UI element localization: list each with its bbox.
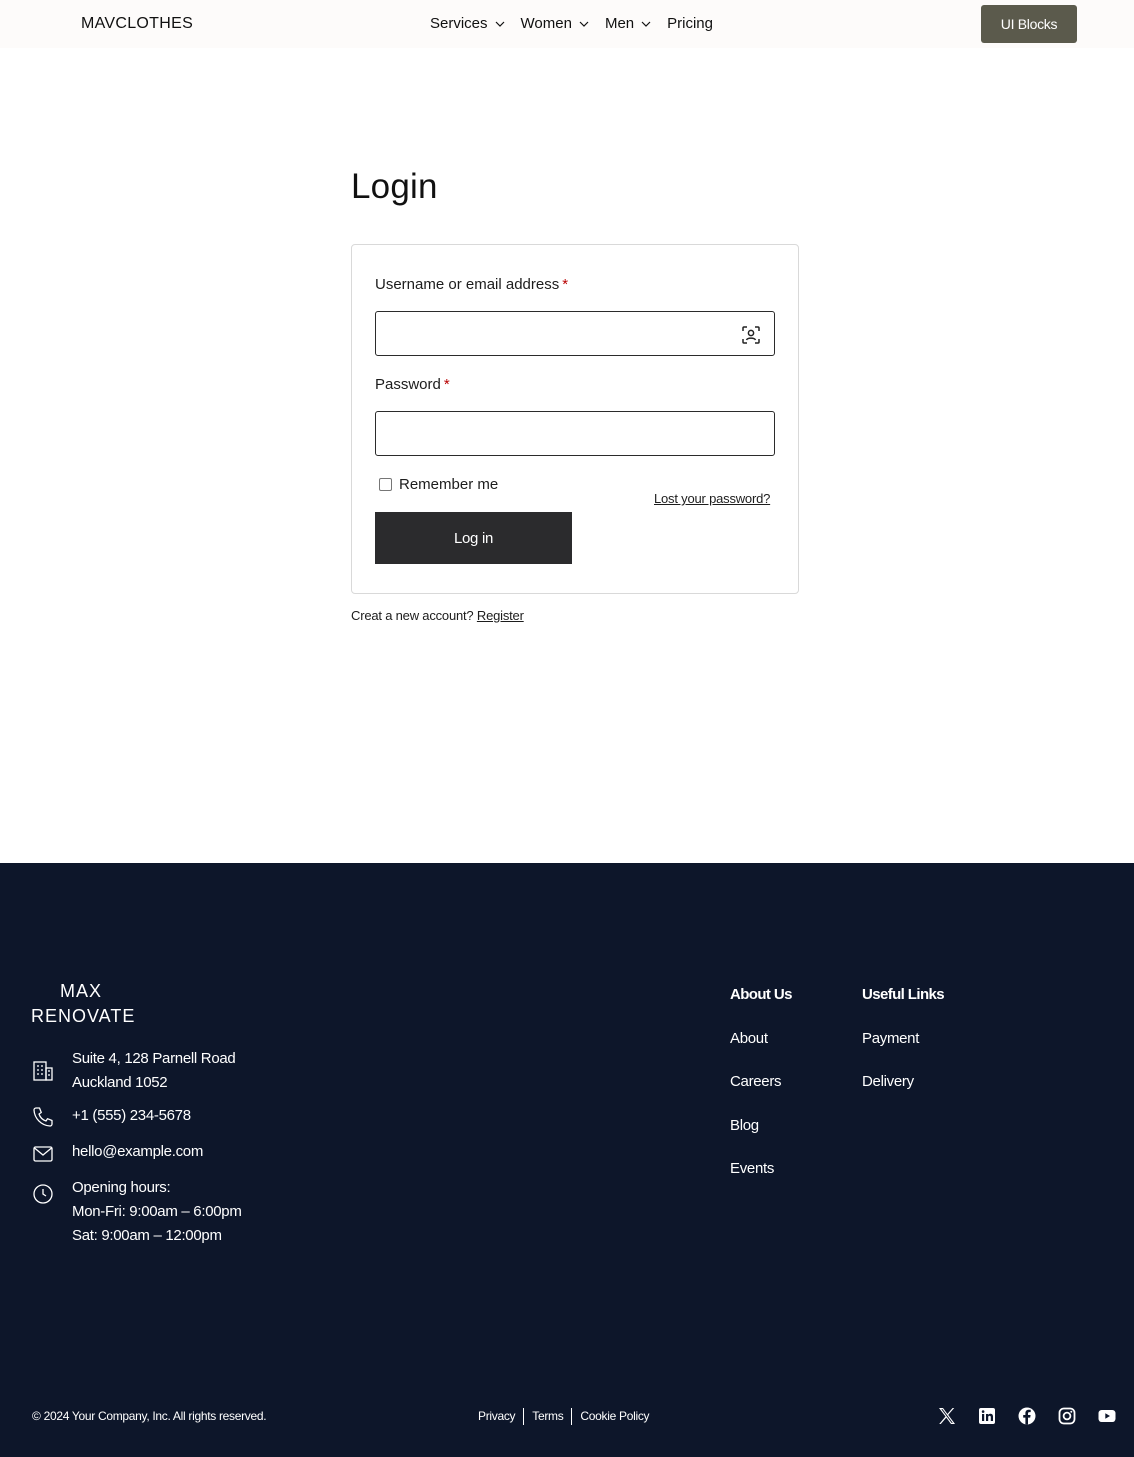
required-mark: *: [443, 376, 450, 393]
address-line2: Auckland 1052: [72, 1074, 168, 1091]
phone-number[interactable]: +1 (555) 234-5678: [72, 1104, 191, 1128]
nav-pricing-label: Pricing: [667, 15, 713, 32]
username-field[interactable]: [375, 311, 775, 356]
register-prompt-text: Creat a new account?: [351, 608, 474, 623]
remember-me[interactable]: Remember me: [379, 476, 498, 493]
footer-link-blog[interactable]: Blog: [730, 1117, 759, 1134]
footer-link-about[interactable]: About: [730, 1030, 768, 1047]
legal-links: Privacy Terms Cookie Policy: [478, 1408, 650, 1425]
login-form: Username or email address * Password * Rem…: [351, 244, 799, 594]
phone-icon: [33, 1107, 53, 1127]
lost-password-link[interactable]: Lost your password?: [654, 491, 770, 506]
about-us-heading: About Us: [730, 986, 792, 1003]
password-label: Password *: [375, 376, 450, 393]
password-field[interactable]: [375, 411, 775, 456]
login-button[interactable]: Log in: [375, 512, 572, 564]
nav-services[interactable]: Services: [430, 15, 505, 32]
divider: [523, 1408, 525, 1425]
chevron-down-icon: [641, 21, 651, 27]
terms-link[interactable]: Terms: [532, 1409, 563, 1425]
register-link[interactable]: Register: [477, 608, 524, 623]
copyright: © 2024 Your Company, Inc. All rights res…: [32, 1409, 267, 1423]
building-icon: [33, 1061, 53, 1081]
chevron-down-icon: [495, 21, 504, 27]
privacy-link[interactable]: Privacy: [478, 1409, 516, 1425]
username-label-text: Username or email address: [375, 276, 560, 293]
site-footer: MAX RENOVATE Suite 4, 128 Parnell Road A…: [0, 863, 1134, 1457]
password-label-text: Password: [375, 376, 441, 393]
divider: [571, 1408, 573, 1425]
email-address[interactable]: hello@example.com: [72, 1140, 203, 1164]
address-line1: Suite 4, 128 Parnell Road: [72, 1050, 236, 1067]
nav-women-label: Women: [520, 15, 572, 32]
clock-icon: [33, 1184, 53, 1204]
nav-women[interactable]: Women: [521, 15, 589, 32]
facebook-icon[interactable]: [1017, 1406, 1037, 1426]
footer-link-events[interactable]: Events: [730, 1160, 774, 1177]
useful-links-heading: Useful Links: [862, 986, 945, 1003]
remember-me-label: Remember me: [399, 476, 499, 493]
youtube-icon[interactable]: [1097, 1406, 1117, 1426]
site-header: MAVCLOTHES Services Women Men Pricing UI…: [0, 0, 1134, 48]
contact-autofill-icon[interactable]: [741, 325, 761, 345]
nav-men-label: Men: [604, 15, 635, 32]
nav-men[interactable]: Men: [605, 15, 651, 32]
footer-logo-line2: RENOVATE: [31, 1006, 136, 1026]
hours-weekday: Mon-Fri: 9:00am – 6:00pm: [72, 1203, 242, 1220]
main-nav: Services Women Men Pricing: [430, 15, 729, 32]
x-icon[interactable]: [937, 1406, 957, 1426]
required-mark: *: [562, 276, 569, 293]
mail-icon: [33, 1146, 53, 1162]
nav-pricing[interactable]: Pricing: [667, 15, 713, 32]
hours-saturday: Sat: 9:00am – 12:00pm: [72, 1227, 222, 1244]
brand-logo[interactable]: MAVCLOTHES: [81, 15, 193, 33]
page-title: Login: [351, 167, 438, 206]
cookie-policy-link[interactable]: Cookie Policy: [580, 1409, 649, 1425]
footer-link-payment[interactable]: Payment: [862, 1030, 919, 1047]
footer-logo-line1: MAX: [60, 981, 103, 1001]
remember-me-checkbox[interactable]: [379, 478, 392, 491]
ui-blocks-button[interactable]: UI Blocks: [981, 5, 1077, 43]
username-label: Username or email address *: [375, 276, 568, 293]
linkedin-icon[interactable]: [977, 1406, 997, 1426]
register-prompt: Creat a new account? Register: [351, 608, 524, 623]
instagram-icon[interactable]: [1057, 1406, 1077, 1426]
footer-link-delivery[interactable]: Delivery: [862, 1073, 914, 1090]
chevron-down-icon: [579, 21, 589, 27]
nav-services-label: Services: [430, 15, 488, 32]
footer-link-careers[interactable]: Careers: [730, 1073, 782, 1090]
footer-logo[interactable]: MAX RENOVATE: [31, 979, 135, 1029]
hours-title: Opening hours:: [72, 1179, 171, 1196]
